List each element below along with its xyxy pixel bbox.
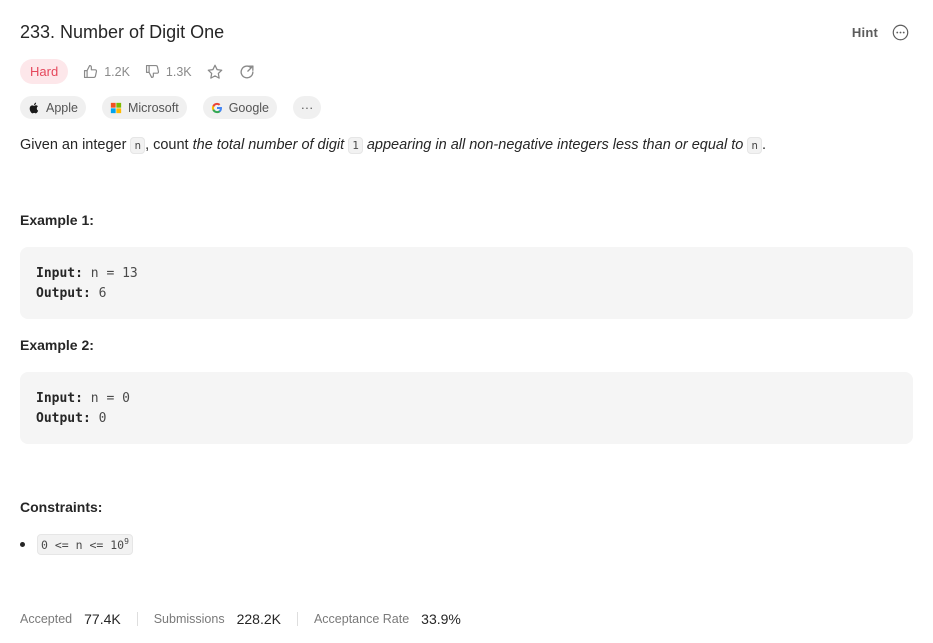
dislike-count: 1.3K bbox=[165, 64, 192, 79]
difficulty-badge[interactable]: Hard bbox=[20, 59, 69, 84]
output-value: 0 bbox=[98, 411, 107, 426]
stat-label: Submissions bbox=[153, 612, 225, 626]
problem-description: Given an integer n, count the total numb… bbox=[20, 137, 766, 154]
input-value: n = 13 bbox=[90, 266, 138, 281]
share-icon bbox=[240, 64, 254, 78]
problem-title: 233. Number of Digit One bbox=[20, 22, 225, 42]
stat-label: Acceptance Rate bbox=[313, 612, 410, 626]
top-actions: Hint bbox=[852, 24, 909, 41]
more-companies-button[interactable]: ··· bbox=[293, 96, 321, 119]
share-button[interactable] bbox=[238, 63, 256, 81]
thumbs-up-icon bbox=[84, 64, 98, 79]
description-text: , count bbox=[145, 137, 193, 153]
output-value: 6 bbox=[98, 286, 107, 301]
stats-bar: Accepted 77.4K Submissions 228.2K Accept… bbox=[20, 611, 461, 627]
inline-code: n bbox=[747, 137, 762, 154]
google-icon bbox=[211, 102, 222, 113]
microsoft-icon bbox=[110, 102, 122, 113]
meta-row: Hard 1.2K 1.3K bbox=[20, 59, 256, 84]
example-1-box: Input: n = 13 Output: 6 bbox=[20, 247, 913, 319]
stat-label: Accepted bbox=[20, 612, 73, 626]
stat-value: 33.9% bbox=[421, 611, 461, 627]
description-text: . bbox=[761, 137, 766, 153]
constraint-code: 0 <= n <= 109 bbox=[37, 534, 133, 555]
example-1-title: Example 1: bbox=[20, 212, 94, 228]
description-italic: the total number of digit bbox=[192, 137, 349, 153]
submissions-stat: Submissions 228.2K bbox=[154, 611, 281, 627]
divider bbox=[136, 612, 138, 626]
constraint-item: 0 <= n <= 109 bbox=[20, 534, 133, 555]
description-italic: appearing in all non-negative integers l… bbox=[362, 137, 748, 153]
example-2-box: Input: n = 0 Output: 0 bbox=[20, 372, 913, 444]
input-label: Input: bbox=[36, 391, 83, 406]
stat-value: 228.2K bbox=[236, 611, 281, 627]
acceptance-rate-stat: Acceptance Rate 33.9% bbox=[314, 611, 461, 627]
inline-code: 1 bbox=[348, 137, 363, 154]
bullet bbox=[20, 541, 25, 547]
description-text: Given an integer bbox=[20, 137, 131, 153]
company-name: Apple bbox=[46, 100, 78, 115]
constraint-exponent: 9 bbox=[124, 537, 129, 546]
thumbs-down-icon bbox=[145, 64, 159, 79]
apple-icon bbox=[29, 102, 39, 113]
company-tags: Apple Microsoft Google ··· bbox=[20, 96, 321, 119]
company-name: Microsoft bbox=[127, 100, 179, 115]
like-button[interactable]: 1.2K bbox=[82, 63, 130, 80]
output-label: Output: bbox=[36, 286, 91, 301]
dislike-button[interactable]: 1.3K bbox=[144, 63, 192, 80]
company-tag-apple[interactable]: Apple bbox=[20, 96, 86, 119]
hint-button[interactable]: Hint bbox=[852, 25, 878, 40]
input-value: n = 0 bbox=[90, 391, 130, 406]
stat-value: 77.4K bbox=[84, 611, 121, 627]
favorite-button[interactable] bbox=[206, 63, 224, 81]
like-count: 1.2K bbox=[104, 64, 130, 79]
constraints-title: Constraints: bbox=[20, 499, 103, 515]
more-options-icon[interactable] bbox=[892, 24, 909, 41]
output-label: Output: bbox=[36, 411, 91, 426]
inline-code: n bbox=[130, 137, 146, 154]
constraint-text: 0 <= n <= 10 bbox=[41, 537, 125, 552]
constraints-list: 0 <= n <= 109 bbox=[20, 534, 133, 555]
accepted-stat: Accepted 77.4K bbox=[20, 611, 121, 627]
star-icon bbox=[207, 64, 223, 79]
company-tag-microsoft[interactable]: Microsoft bbox=[101, 96, 187, 119]
divider bbox=[296, 612, 298, 626]
company-tag-google[interactable]: Google bbox=[202, 96, 277, 119]
example-2-title: Example 2: bbox=[20, 337, 94, 353]
company-name: Google bbox=[228, 100, 269, 115]
input-label: Input: bbox=[36, 266, 83, 281]
